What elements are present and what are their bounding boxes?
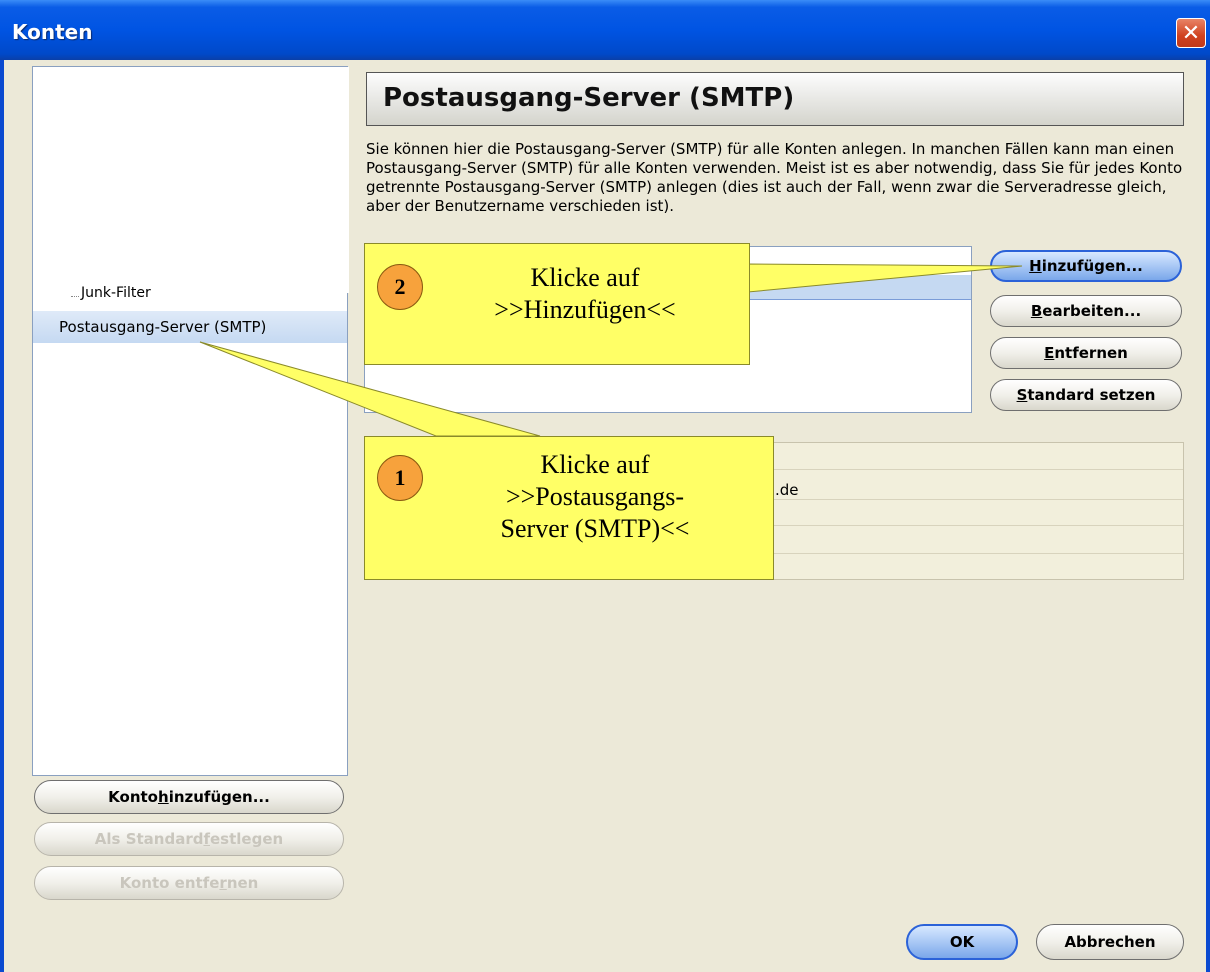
- callout-number: 2: [377, 264, 423, 310]
- callout-line: Server (SMTP)<<: [500, 514, 690, 543]
- callout-number: 1: [377, 455, 423, 501]
- callout-text: Klicke auf >>Postausgangs- Server (SMTP)…: [435, 449, 755, 545]
- callout-1: 1 Klicke auf >>Postausgangs- Server (SMT…: [364, 436, 774, 580]
- callout-line: Klicke auf: [530, 263, 640, 292]
- callout-2-pointer: [747, 263, 1023, 293]
- callout-2: 2 Klicke auf >>Hinzufügen<<: [364, 243, 750, 365]
- callout-text: Klicke auf >>Hinzufügen<<: [435, 262, 735, 326]
- callout-line: >>Hinzufügen<<: [494, 295, 676, 324]
- callout-line: >>Postausgangs-: [505, 482, 685, 511]
- accounts-dialog: Konten ✕ Junk-Filter Postausgang-Server …: [0, 0, 1210, 972]
- callout-line: Klicke auf: [540, 450, 650, 479]
